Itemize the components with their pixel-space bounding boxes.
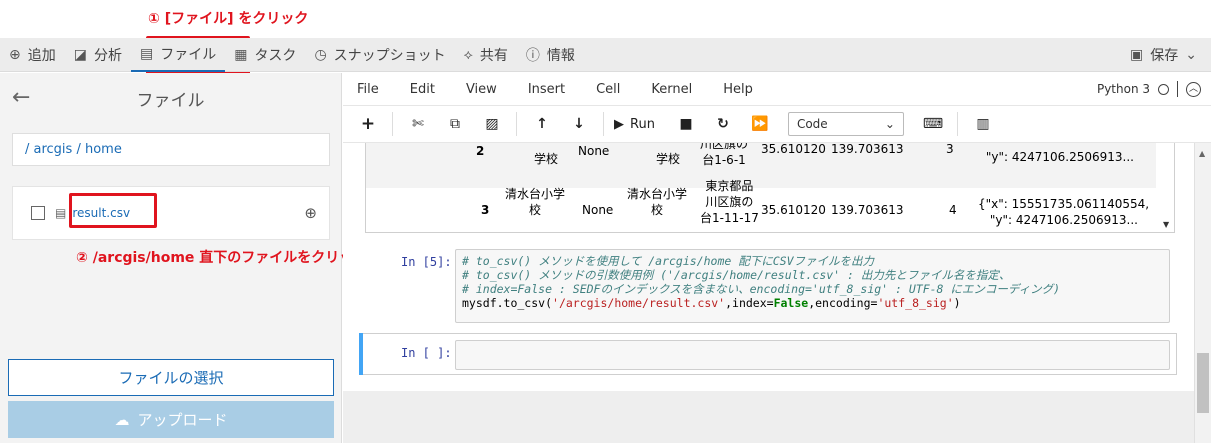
insert-cell-icon[interactable]: +	[353, 114, 383, 134]
upload-cloud-icon: ☁	[114, 410, 130, 429]
toolbar-files[interactable]: ▤ ファイル	[130, 38, 226, 72]
scroll-down-icon[interactable]: ▼	[1163, 220, 1169, 229]
kernel-idle-icon	[1158, 83, 1169, 95]
restart-icon[interactable]: ↻	[708, 116, 738, 132]
menu-view[interactable]: View	[466, 82, 497, 97]
select-file-button[interactable]: ファイルの選択	[8, 359, 334, 396]
notebook: File Edit View Insert Cell Kernel Help P…	[343, 73, 1211, 391]
collapse-up-icon[interactable]: ︿	[1186, 81, 1201, 97]
highlight-file-item	[69, 193, 157, 228]
menu-edit[interactable]: Edit	[410, 82, 435, 97]
play-icon: ▶	[614, 116, 624, 132]
page-scrollbar[interactable]: ▲	[1194, 143, 1211, 443]
kernel-indicator: Python 3 ︿	[1097, 81, 1201, 97]
paste-icon[interactable]: ▨	[477, 116, 507, 132]
notebook-cells: 2 学校 None 学校 川区旗の 台1-6-1 35.610120 139.7…	[343, 143, 1193, 391]
output-scrollbar[interactable]: ▼	[1160, 143, 1174, 232]
cut-icon[interactable]: ✄	[403, 116, 433, 132]
info-icon: ⓘ	[525, 47, 540, 64]
toolbar-info[interactable]: ⓘ 情報	[517, 38, 584, 72]
chart-icon[interactable]: ▥	[968, 116, 998, 132]
notebook-menubar: File Edit View Insert Cell Kernel Help P…	[343, 73, 1211, 106]
calculator-icon: ▦	[234, 46, 248, 63]
scroll-up-icon[interactable]: ▲	[1199, 149, 1205, 158]
toolbar-share[interactable]: ⟡ 共有	[455, 38, 517, 72]
document-icon: ▤	[55, 206, 67, 220]
clock-icon: ◷	[314, 46, 327, 63]
toolbar-tasks[interactable]: ▦ タスク	[225, 38, 305, 72]
cell-type-select[interactable]: Code ⌄	[787, 112, 904, 136]
menu-help[interactable]: Help	[723, 82, 753, 97]
run-button[interactable]: ▶ Run	[614, 117, 655, 132]
back-arrow-icon[interactable]: ←	[12, 85, 30, 110]
menu-cell[interactable]: Cell	[596, 82, 620, 97]
move-up-icon[interactable]: ↑	[527, 116, 557, 132]
notebook-area: File Edit View Insert Cell Kernel Help P…	[343, 73, 1211, 443]
toolbar-analysis[interactable]: ◪ 分析	[65, 38, 131, 72]
cell-prompt: In [ ]:	[401, 346, 452, 360]
menu-file[interactable]: File	[357, 82, 379, 97]
file-list-item[interactable]: ▤ result.csv ⊕	[12, 186, 330, 240]
upload-button[interactable]: ☁ アップロード	[8, 401, 334, 438]
chevron-down-icon: ⌄	[884, 117, 895, 131]
annotation-step2: ② /arcgis/home 直下のファイルをクリック	[76, 250, 368, 266]
toolbar-add[interactable]: ⊕ 追加	[0, 38, 65, 72]
keyboard-icon[interactable]: ⌨	[918, 116, 948, 132]
code-cell-empty[interactable]	[455, 340, 1170, 370]
file-checkbox[interactable]	[31, 206, 45, 220]
stop-icon[interactable]: ■	[671, 116, 701, 132]
chevron-down-icon: ⌄	[1185, 46, 1197, 63]
save-icon: ▣	[1130, 46, 1144, 63]
files-panel-header: ← ファイル	[0, 73, 341, 123]
cell-prompt: In [5]:	[401, 255, 452, 269]
toolbar-snapshot[interactable]: ◷ スナップショット	[305, 38, 454, 72]
notebook-toolbar: + ✄ ⧉ ▨ ↑ ↓ ▶ Run ■ ↻ ⏩ Code ⌄ ⌨ ▥	[343, 106, 1211, 143]
files-panel-title: ファイル	[136, 90, 205, 111]
kernel-name: Python 3	[1096, 82, 1150, 96]
add-file-icon[interactable]: ⊕	[304, 204, 317, 222]
share-icon: ⟡	[463, 46, 473, 63]
move-down-icon[interactable]: ↓	[564, 116, 594, 132]
code-cell-5[interactable]: # to_csv() メソッドを使用して /arcgis/home 配下にCSV…	[455, 249, 1170, 323]
menu-kernel[interactable]: Kernel	[651, 82, 692, 97]
plus-circle-icon: ⊕	[9, 46, 21, 63]
fast-forward-icon[interactable]: ⏩	[745, 116, 775, 132]
dataframe-output: 2 学校 None 学校 川区旗の 台1-6-1 35.610120 139.7…	[365, 143, 1175, 233]
main-toolbar: ⊕ 追加 ◪ 分析 ▤ ファイル ▦ タスク ◷ スナップショット ⟡ 共有 ⓘ 情報 ▣ 保存…	[0, 38, 1211, 72]
save-button[interactable]: ▣ 保存 ⌄	[1121, 38, 1211, 72]
menu-insert[interactable]: Insert	[528, 82, 565, 97]
annotation-step1: ① [ファイル] をクリック	[148, 11, 309, 27]
table-row: 3 清水台小学 校 None 清水台小学 校 東京都品 川区旗の 台1-11-1…	[481, 179, 1150, 227]
file-icon: ▤	[139, 45, 154, 62]
analysis-icon: ◪	[73, 46, 87, 63]
breadcrumb[interactable]: / arcgis / home	[12, 133, 330, 166]
copy-icon[interactable]: ⧉	[440, 116, 470, 132]
scrollbar-thumb[interactable]	[1197, 353, 1209, 413]
